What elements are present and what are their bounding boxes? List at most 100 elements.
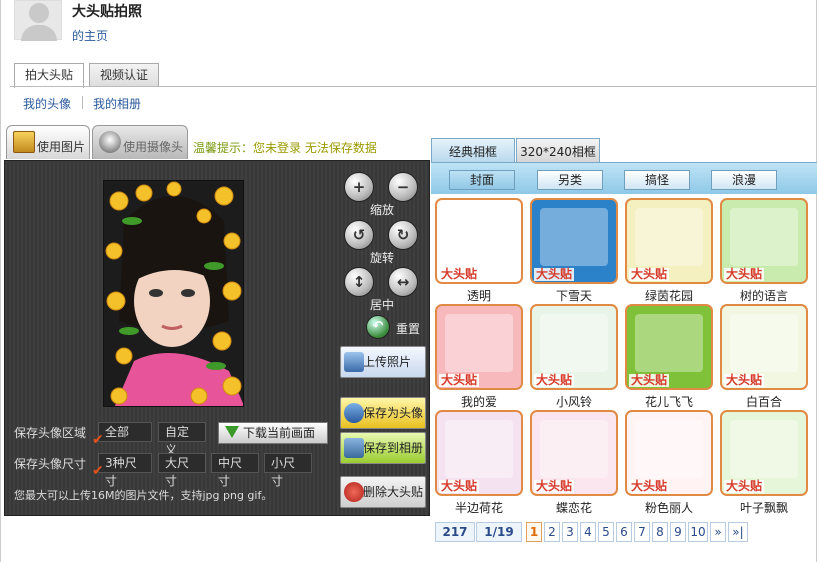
rotate-left-button[interactable]: ↺	[344, 220, 374, 250]
upload-limit-note: 您最大可以上传16M的图片文件，支持jpg png gif。	[14, 489, 273, 502]
download-current-button[interactable]: 下载当前画面	[218, 422, 328, 444]
right-border	[816, 0, 817, 562]
frame-item[interactable]: 大头贴 叶子飘飘	[720, 410, 808, 516]
zoom-label: 缩放	[370, 203, 395, 217]
save-size-option-medium[interactable]: 中尺寸	[211, 453, 259, 488]
frame-thumbnail[interactable]: 大头贴	[530, 304, 618, 390]
save-album-label: 保存到相册	[363, 441, 424, 455]
page-link-7[interactable]: 7	[634, 522, 650, 542]
sub-nav-separator	[82, 96, 83, 109]
last-page-link[interactable]: »|	[728, 522, 748, 542]
frame-item[interactable]: 大头贴我的爱	[435, 304, 523, 410]
tab-use-camera-label: 使用摄像头	[123, 140, 184, 154]
page-link-9[interactable]: 9	[670, 522, 686, 542]
frame-thumbnail[interactable]: 大头贴	[625, 304, 713, 390]
page-info: 1/19	[476, 522, 522, 542]
category-cover[interactable]: 封面	[449, 170, 515, 190]
frame-thumbnail[interactable]: 大头贴	[720, 410, 808, 496]
frame-name: 树的语言	[739, 289, 788, 303]
tab-use-picture[interactable]: 使用图片	[6, 125, 90, 159]
tab-take-photo[interactable]: 拍大头贴	[14, 63, 85, 88]
save-area-option-custom[interactable]: 自定义	[158, 422, 206, 457]
download-icon	[225, 426, 239, 438]
frame-item[interactable]: 大头贴 树的语言	[720, 198, 808, 304]
frame-decoration	[540, 208, 608, 266]
frame-watermark: 大头贴	[629, 479, 670, 493]
reset-label[interactable]: 重置	[396, 320, 420, 337]
save-avatar-button[interactable]: 保存为头像	[340, 397, 426, 429]
tab-video-verify[interactable]: 视频认证	[89, 63, 160, 87]
frame-watermark: 大头贴	[629, 373, 670, 387]
page-link-10[interactable]: 10	[688, 522, 708, 542]
tab-classic-frames[interactable]: 经典相框	[431, 138, 515, 162]
check-icon: ✔	[92, 432, 104, 448]
frame-item[interactable]: 大头贴 半边荷花	[435, 410, 523, 516]
save-avatar-label: 保存为头像	[363, 406, 424, 420]
frame-thumbnail[interactable]: 大头贴	[435, 410, 523, 496]
save-size-option-small[interactable]: 小尺寸	[264, 453, 312, 488]
home-link[interactable]: 的主页	[72, 27, 108, 44]
frame-name: 下雪天	[555, 289, 592, 303]
rotate-right-button[interactable]: ↻	[388, 220, 418, 250]
page-link-2[interactable]: 2	[544, 522, 560, 542]
frame-watermark: 大头贴	[724, 479, 765, 493]
frame-item[interactable]: 大头贴 下雪天	[530, 198, 618, 304]
upload-photo-button[interactable]: 上传照片	[340, 346, 426, 378]
category-funny[interactable]: 搞怪	[624, 170, 690, 190]
frame-name: 小风铃	[555, 395, 592, 409]
frame-decoration	[540, 314, 608, 372]
photo-preview[interactable]	[103, 180, 244, 407]
frame-item[interactable]: 大头贴 绿茵花园	[625, 198, 713, 304]
frame-item[interactable]: 大头贴 蝶恋花	[530, 410, 618, 516]
page-link-1[interactable]: 1	[526, 522, 542, 542]
frame-item[interactable]: 大头贴 粉色丽人	[625, 410, 713, 516]
frame-decoration	[635, 420, 703, 478]
frame-item[interactable]: 大头贴 花儿飞飞	[625, 304, 713, 410]
frame-item[interactable]: 大头贴 小风铃	[530, 304, 618, 410]
frame-name: 我的爱	[460, 395, 497, 409]
reset-icon[interactable]: ↶	[366, 315, 390, 339]
save-size-option-large[interactable]: 大尺寸	[158, 453, 206, 488]
frame-thumbnail[interactable]: 大头贴	[435, 198, 523, 284]
frame-thumbnail[interactable]: 大头贴	[720, 304, 808, 390]
save-area-label: 保存头像区域	[14, 426, 87, 440]
my-avatar-link[interactable]: 我的头像	[23, 95, 71, 112]
frame-thumbnail[interactable]: 大头贴	[625, 410, 713, 496]
center-horizontal-button[interactable]: ↔	[388, 267, 418, 297]
zoom-out-button[interactable]: −	[388, 172, 418, 202]
page-link-3[interactable]: 3	[562, 522, 578, 542]
frame-decoration	[445, 314, 513, 372]
category-alternative[interactable]: 另类	[537, 170, 603, 190]
center-vertical-button[interactable]: ↕	[344, 267, 374, 297]
tab-320x240-frames[interactable]: 320*240相框	[516, 138, 600, 162]
save-album-button[interactable]: 保存到相册	[340, 432, 426, 464]
frame-watermark: 大头贴	[629, 267, 670, 281]
frame-thumbnail[interactable]: 大头贴	[720, 198, 808, 284]
delete-icon	[344, 482, 364, 502]
frame-item[interactable]: 大头贴 白百合	[720, 304, 808, 410]
tab-use-camera[interactable]: 使用摄像头	[92, 125, 188, 159]
frame-thumbnail[interactable]: 大头贴	[625, 198, 713, 284]
avatar[interactable]	[14, 0, 62, 41]
delete-sticker-button[interactable]: 删除大头贴	[340, 476, 426, 508]
save-size-option-three[interactable]: 3种尺寸	[98, 453, 152, 488]
zoom-in-button[interactable]: +	[344, 172, 374, 202]
page-link-5[interactable]: 5	[598, 522, 614, 542]
page-link-8[interactable]: 8	[652, 522, 668, 542]
frame-thumbnail[interactable]: 大头贴	[435, 304, 523, 390]
tab-divider	[10, 86, 816, 87]
frame-watermark: 大头贴	[439, 267, 480, 281]
category-romantic[interactable]: 浪漫	[711, 170, 777, 190]
frame-item[interactable]: 大头贴 透明	[435, 198, 523, 304]
download-current-label: 下载当前画面	[243, 426, 316, 440]
page-link-4[interactable]: 4	[580, 522, 596, 542]
frame-thumbnail[interactable]: 大头贴	[530, 410, 618, 496]
my-album-link[interactable]: 我的相册	[93, 95, 141, 112]
frame-watermark: 大头贴	[724, 373, 765, 387]
next-page-link[interactable]: »	[710, 522, 726, 542]
frame-thumbnail[interactable]: 大头贴	[530, 198, 618, 284]
page-link-6[interactable]: 6	[616, 522, 632, 542]
save-area-option-all[interactable]: 全部	[98, 422, 152, 442]
user-icon	[344, 403, 364, 423]
frame-watermark: 大头贴	[439, 373, 480, 387]
